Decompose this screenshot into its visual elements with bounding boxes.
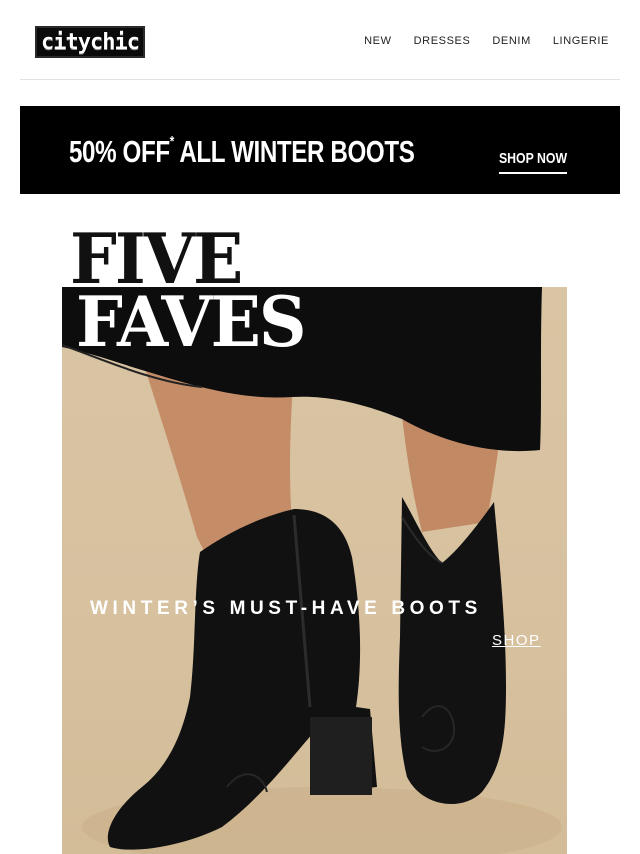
hero-image[interactable] <box>62 287 567 854</box>
hero-caption: WINTER’S MUST-HAVE BOOTS <box>90 598 482 619</box>
top-nav: NEW DRESSES DENIM LINGERIE <box>364 35 609 47</box>
logo-text: citychic <box>41 29 140 55</box>
banner-shop-now-button[interactable]: SHOP NOW <box>498 150 567 174</box>
hero-shop-link[interactable]: SHOP <box>492 632 541 649</box>
promo-banner[interactable]: 50% OFF* ALL WINTER BOOTS SHOP NOW <box>20 106 620 194</box>
city-chic-logo[interactable]: citychic <box>35 26 145 58</box>
nav-item-lingerie[interactable]: LINGERIE <box>553 35 609 47</box>
boots-illustration <box>62 287 562 854</box>
nav-item-denim[interactable]: DENIM <box>492 35 530 47</box>
header-divider <box>20 79 620 80</box>
hero-title-line2: FAVES <box>76 281 307 363</box>
nav-item-dresses[interactable]: DRESSES <box>414 35 471 47</box>
nav-item-new[interactable]: NEW <box>364 35 391 47</box>
banner-headline: 50% OFF* ALL WINTER BOOTS <box>69 133 415 169</box>
